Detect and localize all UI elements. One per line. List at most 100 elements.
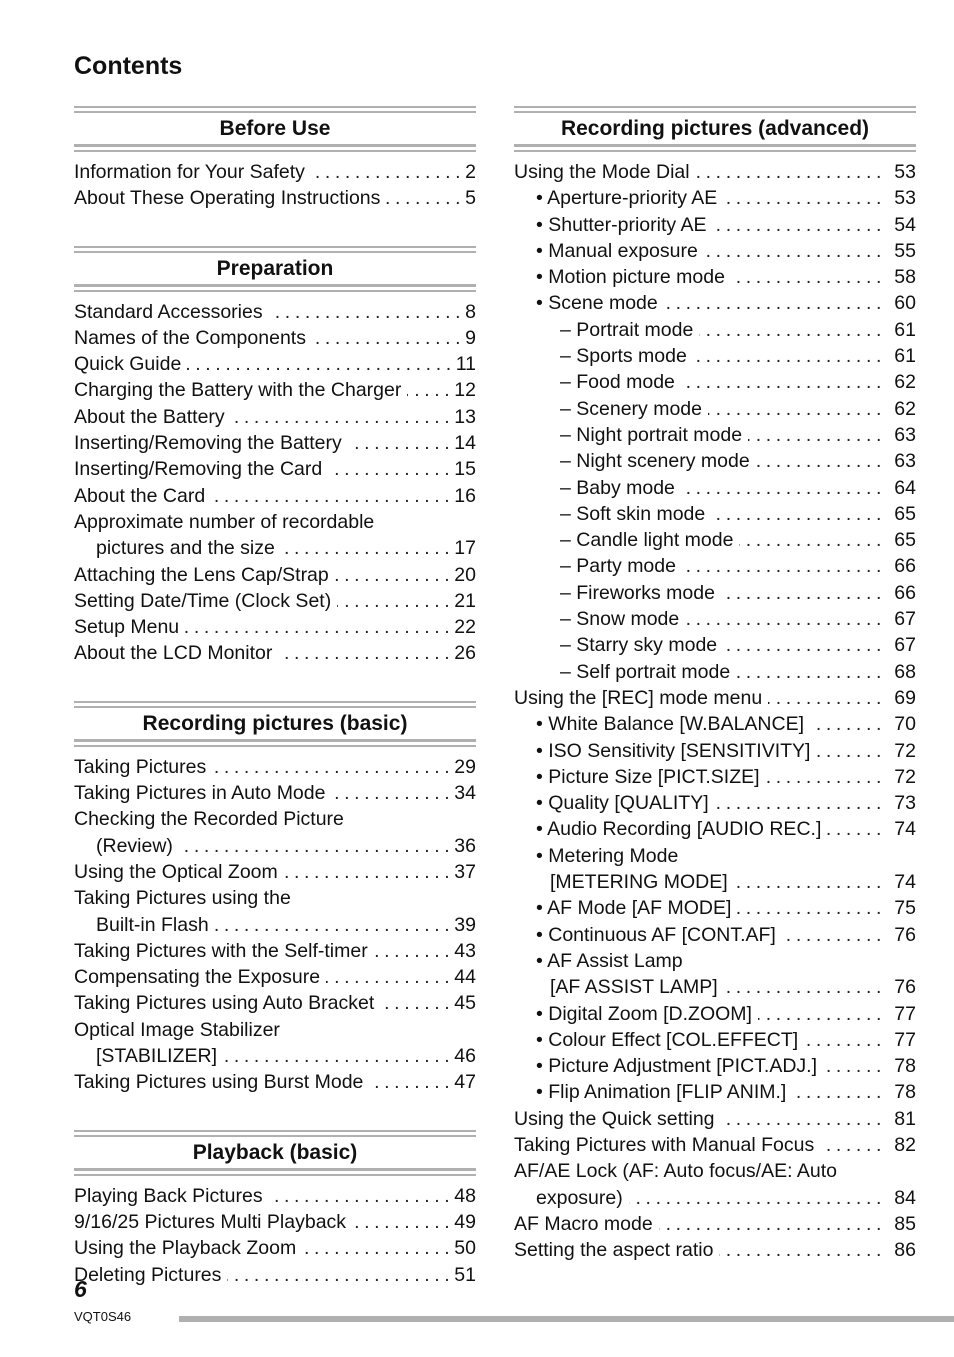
toc-entry[interactable]: AF Macro mode...........................… xyxy=(514,1211,916,1237)
toc-entry[interactable]: Quick Guide.............................… xyxy=(74,351,476,377)
dot-leader: ...................................... xyxy=(724,976,886,999)
dot-leader: ...................................... xyxy=(820,1133,886,1156)
toc-entry[interactable]: Approximate number of recordable xyxy=(74,509,476,535)
toc-entry[interactable]: Compensating the Exposure...............… xyxy=(74,964,476,990)
toc-entry-label: Taking Pictures with Manual Focus xyxy=(514,1133,815,1156)
toc-entry[interactable]: (Review)................................… xyxy=(74,833,476,859)
heading-rule xyxy=(514,111,916,113)
toc-entry[interactable]: Inserting/Removing the Battery..........… xyxy=(74,430,476,456)
toc-entry[interactable]: Using the [REC] mode menu...............… xyxy=(514,685,916,711)
toc-entry[interactable]: • Colour Effect [COL.EFFECT]............… xyxy=(514,1027,916,1053)
toc-entry[interactable]: • Aperture-priority AE..................… xyxy=(514,185,916,211)
toc-entry[interactable]: Taking Pictures using Auto Bracket......… xyxy=(74,990,476,1016)
toc-entry[interactable]: – Portrait mode.........................… xyxy=(514,317,916,343)
dot-leader: ...................................... xyxy=(278,642,455,665)
toc-entry[interactable]: Using the Quick setting.................… xyxy=(514,1106,916,1132)
dot-leader: ...................................... xyxy=(374,939,455,962)
toc-entry[interactable]: • AF Assist Lamp xyxy=(514,948,916,974)
toc-entry[interactable]: exposure)...............................… xyxy=(514,1185,916,1211)
toc-entry[interactable]: Optical Image Stabilizer xyxy=(74,1017,476,1043)
toc-entry[interactable]: About These Operating Instructions......… xyxy=(74,185,476,211)
toc-entry[interactable]: • White Balance [W.BALANCE].............… xyxy=(514,711,916,737)
toc-entry-label: Information for Your Safety xyxy=(74,161,305,183)
toc-entry-label: • Quality [QUALITY] xyxy=(536,792,709,815)
toc-entry[interactable]: Setup Menu..............................… xyxy=(74,614,476,640)
dot-leader: ...................................... xyxy=(178,834,455,857)
dot-leader: ...................................... xyxy=(712,213,886,236)
toc-entry[interactable]: Charging the Battery with the Charger...… xyxy=(74,377,476,403)
toc-entry[interactable]: 9/16/25 Pictures Multi Playback.........… xyxy=(74,1209,476,1235)
toc-entry[interactable]: • Audio Recording [AUDIO REC.]..........… xyxy=(514,816,916,842)
toc-entry[interactable]: • ISO Sensitivity [SENSITIVITY].........… xyxy=(514,738,916,764)
toc-entry[interactable]: Taking Pictures with the Self-timer.....… xyxy=(74,938,476,964)
toc-entry[interactable]: [METERING MODE].........................… xyxy=(514,869,916,895)
toc-entry[interactable]: Built-in Flash..........................… xyxy=(74,912,476,938)
toc-entry[interactable]: • AF Mode [AF MODE].....................… xyxy=(514,895,916,921)
toc-entry[interactable]: – Food mode.............................… xyxy=(514,369,916,395)
toc-entry-label: AF/AE Lock (AF: Auto focus/AE: Auto xyxy=(514,1160,837,1183)
toc-entry[interactable]: Using the Optical Zoom..................… xyxy=(74,859,476,885)
toc-list: Playing Back Pictures...................… xyxy=(74,1176,476,1288)
section-heading: Recording pictures (advanced) xyxy=(514,106,916,152)
toc-entry[interactable]: – Self portrait mode....................… xyxy=(514,659,916,685)
toc-entry[interactable]: • Digital Zoom [D.ZOOM].................… xyxy=(514,1001,916,1027)
toc-page-number: 44 xyxy=(454,966,476,989)
toc-entry[interactable]: • Metering Mode xyxy=(514,843,916,869)
toc-entry[interactable]: Taking Pictures.........................… xyxy=(74,754,476,780)
toc-entry[interactable]: Playing Back Pictures...................… xyxy=(74,1183,476,1209)
toc-entry[interactable]: Deleting Pictures.......................… xyxy=(74,1262,476,1288)
toc-entry[interactable]: • Shutter-priority AE...................… xyxy=(514,212,916,238)
toc-entry-label: [METERING MODE] xyxy=(550,871,728,894)
toc-entry[interactable]: – Scenery mode..........................… xyxy=(514,396,916,422)
toc-entry-label: • Shutter-priority AE xyxy=(536,213,707,236)
toc-entry[interactable]: • Motion picture mode...................… xyxy=(514,264,916,290)
toc-entry[interactable]: Information for Your Safety.............… xyxy=(74,159,476,185)
toc-entry[interactable]: Standard Accessories....................… xyxy=(74,299,476,325)
toc-entry[interactable]: Setting the aspect ratio................… xyxy=(514,1237,916,1263)
dot-leader: ...................................... xyxy=(231,405,455,428)
dot-leader: ...................................... xyxy=(792,1081,886,1104)
toc-entry[interactable]: • Picture Size [PICT.SIZE]..............… xyxy=(514,764,916,790)
toc-entry[interactable]: About the Card..........................… xyxy=(74,483,476,509)
dot-leader: ...................................... xyxy=(768,686,886,709)
toc-entry[interactable]: Names of the Components.................… xyxy=(74,325,476,351)
toc-entry[interactable]: – Night scenery mode....................… xyxy=(514,448,916,474)
toc-entry[interactable]: • Manual exposure.......................… xyxy=(514,238,916,264)
heading-rule xyxy=(514,144,916,147)
toc-entry[interactable]: • Quality [QUALITY].....................… xyxy=(514,790,916,816)
toc-entry[interactable]: About the LCD Monitor...................… xyxy=(74,640,476,666)
toc-entry[interactable]: AF/AE Lock (AF: Auto focus/AE: Auto xyxy=(514,1158,916,1184)
toc-entry[interactable]: – Snow mode.............................… xyxy=(514,606,916,632)
toc-entry[interactable]: Using the Playback Zoom.................… xyxy=(74,1235,476,1261)
toc-entry[interactable]: • Continuous AF [CONT.AF]...............… xyxy=(514,922,916,948)
toc-entry[interactable]: Checking the Recorded Picture xyxy=(74,806,476,832)
toc-entry[interactable]: Taking Pictures using Burst Mode........… xyxy=(74,1069,476,1095)
toc-entry[interactable]: [STABILIZER]............................… xyxy=(74,1043,476,1069)
toc-entry[interactable]: About the Battery.......................… xyxy=(74,404,476,430)
toc-entry[interactable]: Taking Pictures using the xyxy=(74,885,476,911)
toc-entry[interactable]: • Scene mode............................… xyxy=(514,290,916,316)
toc-entry-label: • AF Assist Lamp xyxy=(536,949,683,972)
toc-entry-label: – Food mode xyxy=(560,371,675,394)
toc-entry[interactable]: – Night portrait mode...................… xyxy=(514,422,916,448)
toc-entry[interactable]: – Starry sky mode.......................… xyxy=(514,632,916,658)
toc-entry[interactable]: – Baby mode.............................… xyxy=(514,475,916,501)
toc-entry[interactable]: – Sports mode...........................… xyxy=(514,343,916,369)
toc-entry[interactable]: – Party mode............................… xyxy=(514,553,916,579)
toc-entry[interactable]: Attaching the Lens Cap/Strap............… xyxy=(74,562,476,588)
toc-entry[interactable]: – Candle light mode.....................… xyxy=(514,527,916,553)
toc-entry[interactable]: • Flip Animation [FLIP ANIM.]...........… xyxy=(514,1079,916,1105)
toc-entry[interactable]: Taking Pictures in Auto Mode............… xyxy=(74,780,476,806)
toc-entry[interactable]: – Fireworks mode........................… xyxy=(514,580,916,606)
toc-entry[interactable]: pictures and the size...................… xyxy=(74,535,476,561)
toc-entry[interactable]: Setting Date/Time (Clock Set)...........… xyxy=(74,588,476,614)
dot-leader: ...................................... xyxy=(823,1055,886,1078)
toc-page-number: 12 xyxy=(454,379,476,402)
toc-entry[interactable]: – Soft skin mode........................… xyxy=(514,501,916,527)
toc-entry[interactable]: Using the Mode Dial.....................… xyxy=(514,159,916,185)
toc-page-number: 77 xyxy=(894,1028,916,1051)
toc-entry[interactable]: [AF ASSIST LAMP]........................… xyxy=(514,974,916,1000)
toc-entry[interactable]: • Picture Adjustment [PICT.ADJ.]........… xyxy=(514,1053,916,1079)
toc-entry[interactable]: Taking Pictures with Manual Focus.......… xyxy=(514,1132,916,1158)
toc-entry[interactable]: Inserting/Removing the Card.............… xyxy=(74,456,476,482)
